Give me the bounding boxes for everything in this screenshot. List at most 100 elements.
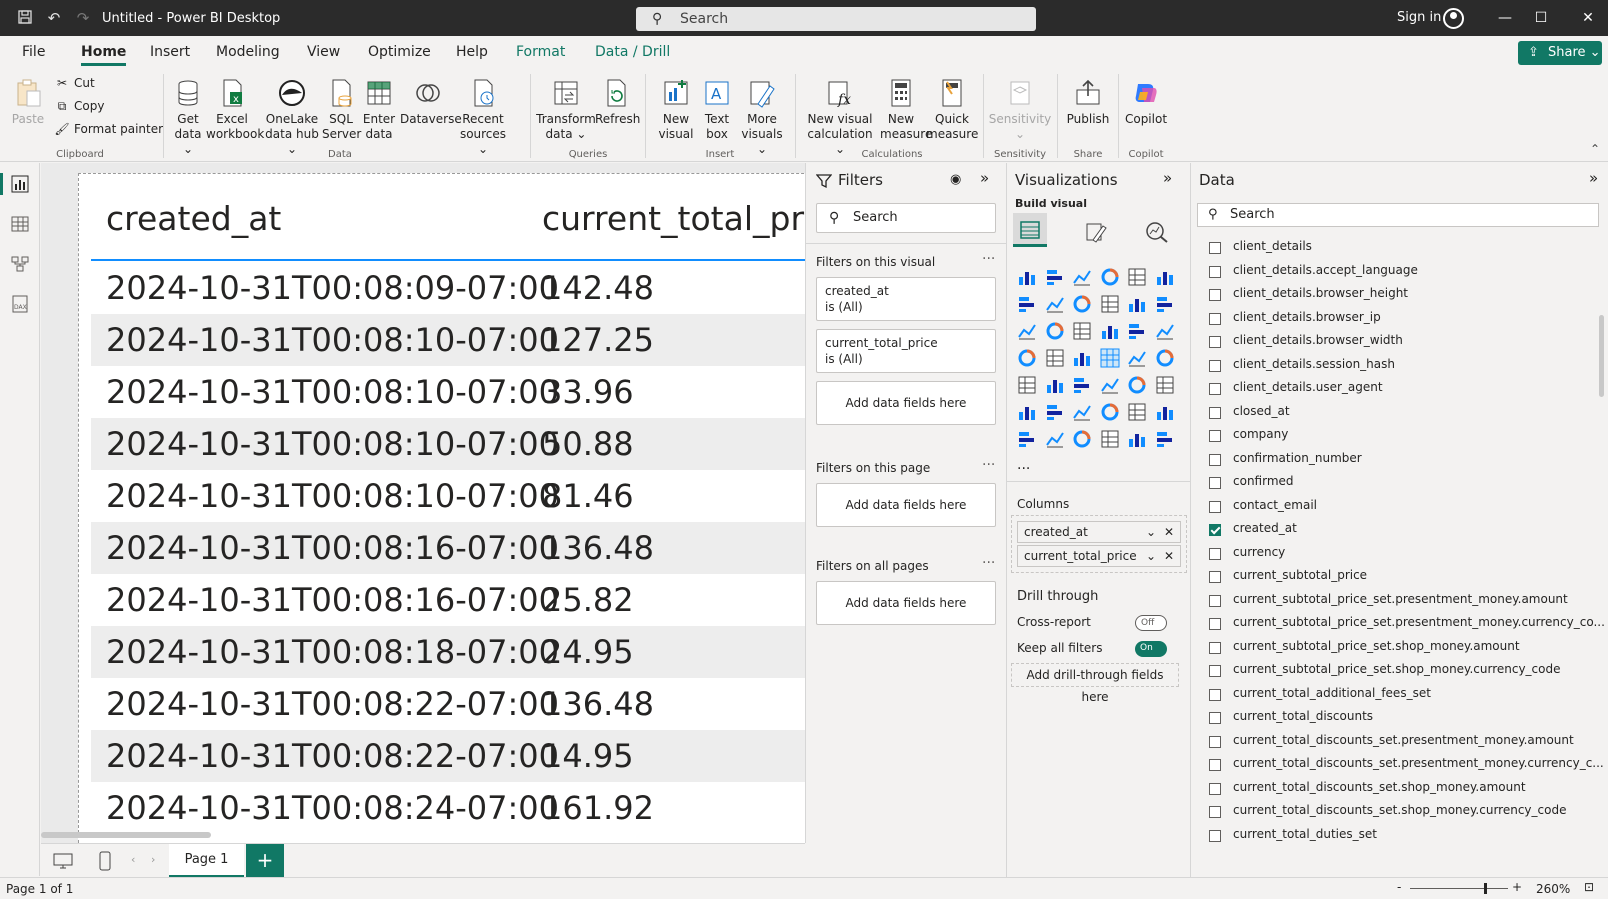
- field-checkbox[interactable]: [1209, 406, 1221, 419]
- visual-type-icon[interactable]: [1017, 402, 1037, 422]
- column-well-current-total-price[interactable]: current_total_price ⌄ ✕: [1017, 545, 1181, 567]
- visual-type-icon[interactable]: [1127, 321, 1147, 341]
- tab-insert[interactable]: Insert: [150, 44, 190, 60]
- visual-type-icon[interactable]: [1072, 402, 1092, 422]
- cross-report-toggle[interactable]: Off: [1135, 615, 1167, 631]
- visual-type-icon[interactable]: [1072, 348, 1092, 368]
- get-data-button[interactable]: Get data ⌄: [168, 78, 208, 157]
- collapse-data-icon[interactable]: »: [1589, 169, 1598, 187]
- field-checkbox[interactable]: [1209, 477, 1221, 489]
- drill-through-dropzone[interactable]: Add drill-through fields here: [1011, 663, 1179, 704]
- visual-type-icon[interactable]: [1100, 429, 1120, 449]
- visual-type-icon[interactable]: [1045, 321, 1065, 341]
- field-item[interactable]: client_details: [1209, 239, 1312, 261]
- table-row[interactable]: 2024-10-31T00:08:16-07:00 25.82: [91, 574, 834, 626]
- eye-icon[interactable]: ◉: [950, 172, 961, 187]
- table-row[interactable]: 2024-10-31T00:08:22-07:00 14.95: [91, 730, 834, 782]
- chevron-down-icon[interactable]: ⌄: [1146, 546, 1156, 566]
- more-visuals-button[interactable]: More visuals ⌄: [738, 78, 786, 157]
- fit-to-page-icon[interactable]: ⊡: [1584, 880, 1594, 894]
- field-checkbox[interactable]: [1209, 336, 1221, 348]
- chevron-down-icon[interactable]: ⌄: [1146, 522, 1156, 542]
- collapse-visualizations-icon[interactable]: »: [1163, 169, 1172, 187]
- visual-type-icon[interactable]: [1072, 267, 1092, 287]
- field-checkbox[interactable]: [1209, 359, 1221, 372]
- visual-type-icon[interactable]: [1072, 375, 1092, 395]
- report-view-icon[interactable]: [11, 175, 29, 193]
- visual-type-icon[interactable]: [1155, 429, 1175, 449]
- keep-all-filters-toggle[interactable]: On: [1135, 641, 1167, 657]
- visual-type-icon[interactable]: [1100, 267, 1120, 287]
- transform-data-button[interactable]: Transform data ⌄: [536, 78, 596, 142]
- table-row[interactable]: 2024-10-31T00:08:10-07:00 50.88: [91, 418, 834, 470]
- table-row[interactable]: 2024-10-31T00:08:24-07:00 161.92: [91, 782, 834, 834]
- field-checkbox[interactable]: [1209, 524, 1221, 536]
- field-checkbox[interactable]: [1209, 641, 1221, 654]
- visual-type-icon[interactable]: [1127, 267, 1147, 287]
- more-visuals-ellipsis[interactable]: ...: [1017, 457, 1030, 473]
- more-options-icon[interactable]: ···: [982, 251, 995, 267]
- enter-data-button[interactable]: Enter data: [362, 78, 396, 142]
- field-item[interactable]: current_total_duties_set: [1209, 827, 1377, 849]
- field-checkbox[interactable]: [1209, 735, 1221, 748]
- visual-type-icon[interactable]: [1127, 402, 1147, 422]
- report-canvas[interactable]: created_at current_total_pr 2024-10-31T0…: [41, 163, 840, 843]
- collapse-filters-icon[interactable]: »: [980, 169, 989, 187]
- global-search-input[interactable]: ⚲ Search: [636, 7, 1036, 31]
- visual-type-icon[interactable]: [1017, 348, 1037, 368]
- filter-card-current-total-price[interactable]: current_total_price is (All): [816, 329, 996, 373]
- field-item[interactable]: currency: [1209, 545, 1285, 567]
- paste-button[interactable]: Paste: [10, 78, 46, 127]
- remove-field-icon[interactable]: ✕: [1164, 546, 1174, 566]
- tab-format[interactable]: Format: [516, 44, 565, 60]
- share-button[interactable]: ⇪ Share ⌄: [1518, 41, 1602, 65]
- sensitivity-button[interactable]: Sensitivity ⌄: [988, 78, 1052, 142]
- publish-button[interactable]: Publish: [1063, 78, 1113, 127]
- field-checkbox[interactable]: [1209, 265, 1221, 278]
- zoom-slider-track[interactable]: [1410, 888, 1508, 889]
- field-checkbox[interactable]: [1209, 759, 1221, 771]
- field-checkbox[interactable]: [1209, 312, 1221, 325]
- filters-search-input[interactable]: ⚲ Search: [816, 203, 996, 233]
- filter-card-created-at[interactable]: created_at is (All): [816, 277, 996, 321]
- excel-workbook-button[interactable]: x Excel workbook: [206, 78, 264, 142]
- field-checkbox[interactable]: [1209, 712, 1221, 724]
- visual-type-icon[interactable]: [1127, 375, 1147, 395]
- column-header-current-total-price[interactable]: current_total_pr: [542, 199, 804, 238]
- field-checkbox[interactable]: [1209, 430, 1221, 442]
- visual-type-icon[interactable]: [1045, 402, 1065, 422]
- tab-view[interactable]: View: [307, 44, 340, 60]
- visual-type-icon[interactable]: [1045, 294, 1065, 314]
- build-visual-tab[interactable]: [1013, 213, 1047, 247]
- field-item[interactable]: contact_email: [1209, 498, 1317, 520]
- field-checkbox[interactable]: [1209, 594, 1221, 607]
- table-row[interactable]: 2024-10-31T00:08:16-07:00 136.48: [91, 522, 834, 574]
- field-checkbox[interactable]: [1209, 453, 1221, 466]
- next-page-icon[interactable]: ›: [151, 853, 155, 866]
- field-item[interactable]: current_subtotal_price_set.presentment_m…: [1209, 592, 1568, 614]
- field-item[interactable]: current_subtotal_price_set.presentment_m…: [1209, 615, 1605, 637]
- table-row[interactable]: 2024-10-31T00:08:10-07:00 81.46: [91, 470, 834, 522]
- new-visual-button[interactable]: New visual: [656, 78, 696, 142]
- field-item[interactable]: client_details.browser_ip: [1209, 310, 1381, 332]
- field-item[interactable]: current_total_discounts_set.presentment_…: [1209, 733, 1574, 755]
- field-item[interactable]: current_subtotal_price_set.shop_money.am…: [1209, 639, 1520, 661]
- add-report-filter-dropzone[interactable]: Add data fields here: [816, 581, 996, 625]
- desktop-layout-icon[interactable]: [53, 853, 73, 869]
- recent-sources-button[interactable]: Recent sources ⌄: [456, 78, 510, 157]
- field-checkbox[interactable]: [1209, 571, 1221, 583]
- field-item[interactable]: current_total_discounts: [1209, 709, 1373, 731]
- redo-icon[interactable]: ↷: [74, 9, 92, 27]
- visual-type-icon[interactable]: [1155, 348, 1175, 368]
- tab-file[interactable]: File: [22, 44, 45, 60]
- visual-type-icon[interactable]: [1045, 267, 1065, 287]
- visual-type-icon[interactable]: [1100, 348, 1120, 368]
- field-item[interactable]: client_details.session_hash: [1209, 357, 1395, 379]
- remove-field-icon[interactable]: ✕: [1164, 522, 1174, 542]
- visual-type-icon[interactable]: [1127, 348, 1147, 368]
- table-view-icon[interactable]: [11, 215, 29, 233]
- page-tab-1[interactable]: Page 1: [169, 844, 244, 878]
- table-visual[interactable]: created_at current_total_pr 2024-10-31T0…: [78, 173, 834, 843]
- save-icon[interactable]: [16, 9, 34, 27]
- dax-query-view-icon[interactable]: DAX: [11, 295, 29, 313]
